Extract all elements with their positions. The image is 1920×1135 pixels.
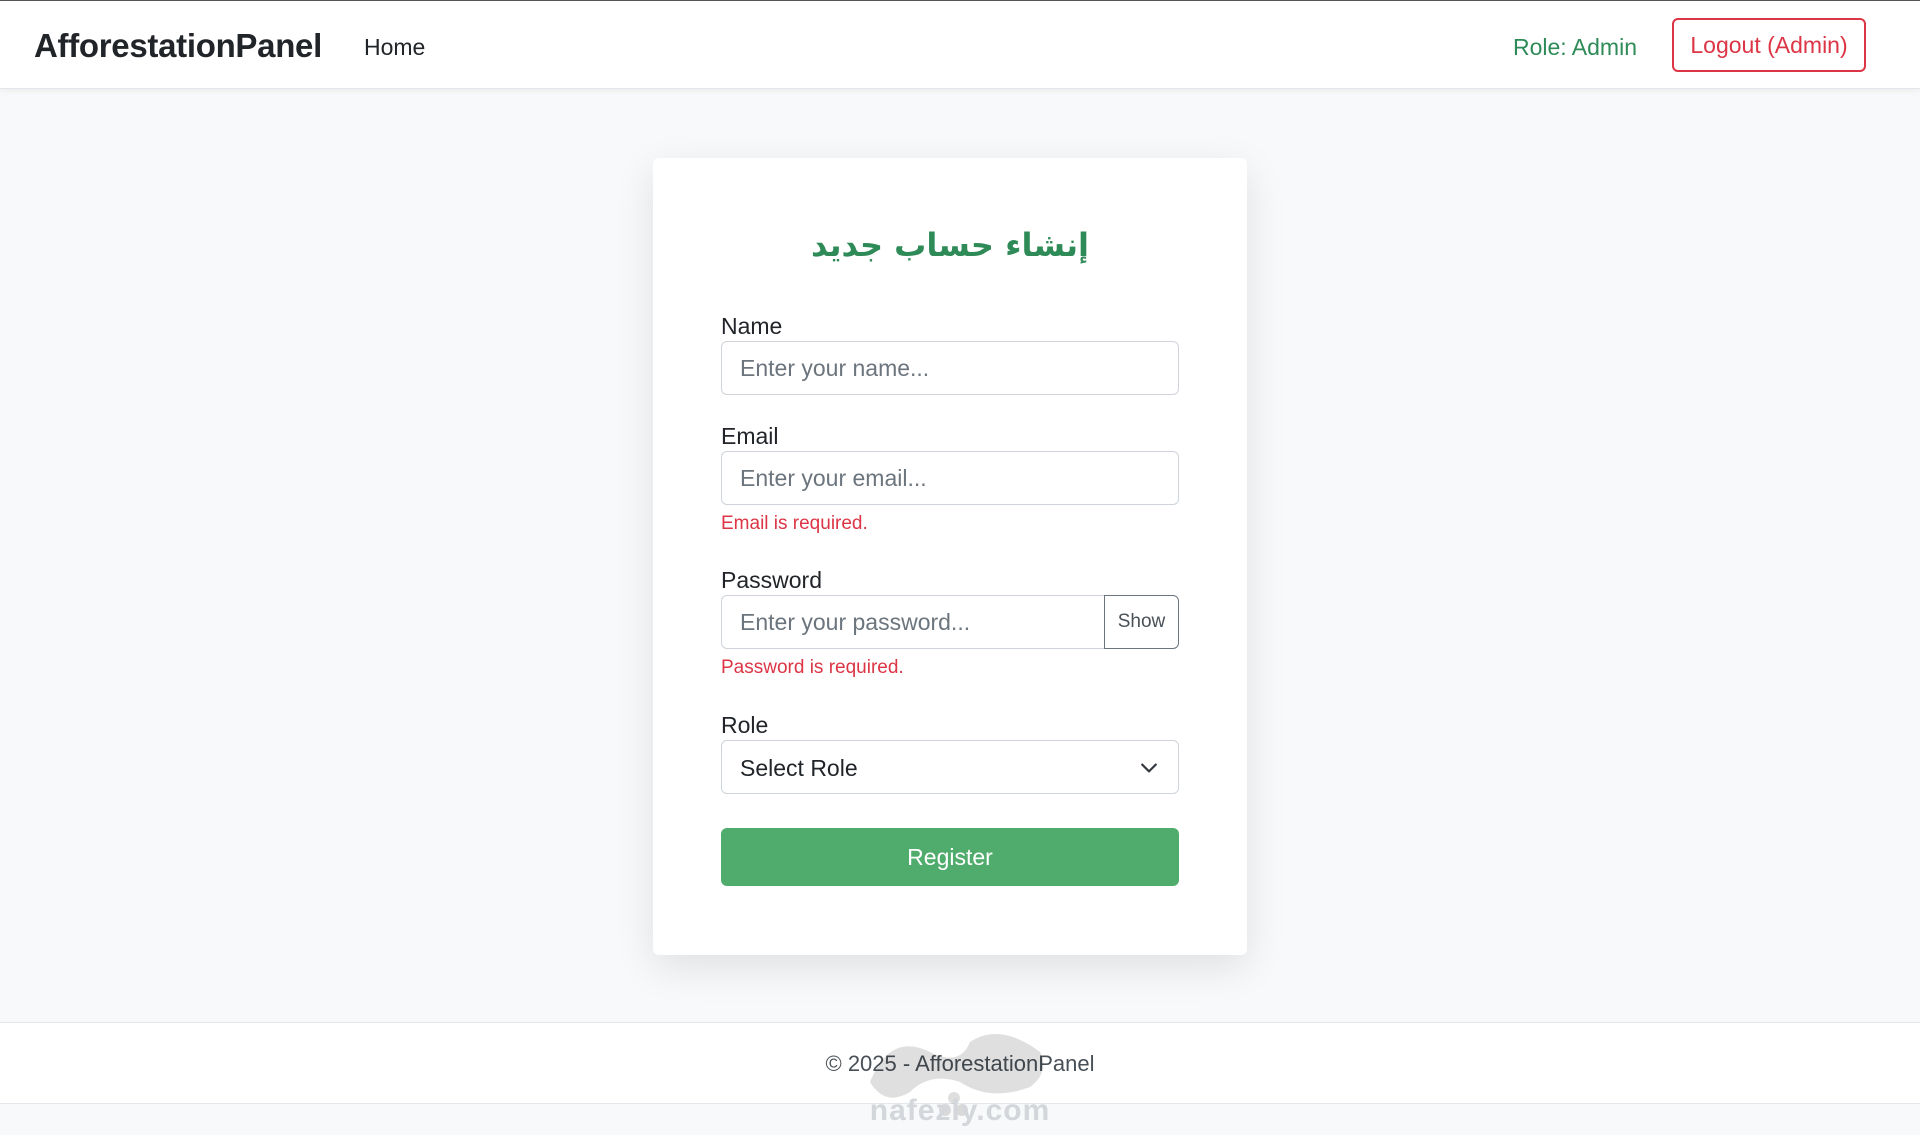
password-error-message: Password is required.: [721, 657, 904, 678]
name-input[interactable]: [721, 341, 1179, 395]
password-input-group: Show: [721, 595, 1179, 649]
password-label: Password: [721, 567, 822, 593]
current-role-label: Role: Admin: [1512, 34, 1637, 60]
role-select[interactable]: Select Role: [721, 740, 1179, 794]
role-select-value: Select Role: [740, 755, 858, 781]
email-error-message: Email is required.: [721, 513, 868, 534]
logout-button[interactable]: Logout (Admin): [1672, 18, 1866, 72]
register-button[interactable]: Register: [721, 828, 1179, 886]
email-input[interactable]: [721, 451, 1179, 505]
navbar: AfforestationPanel Home Role: Admin Logo…: [0, 1, 1920, 89]
email-label: Email: [721, 423, 779, 449]
show-password-button[interactable]: Show: [1104, 595, 1179, 649]
brand-logo-text[interactable]: AfforestationPanel: [34, 27, 322, 65]
nav-link-home[interactable]: Home: [364, 34, 425, 61]
register-card: إنشاء حساب جديد Name Email Email is requ…: [653, 158, 1247, 955]
name-label: Name: [721, 313, 783, 339]
footer: © 2025 - AfforestationPanel: [0, 1022, 1920, 1104]
footer-copyright: © 2025 - AfforestationPanel: [825, 1051, 1095, 1076]
role-label: Role: [721, 712, 769, 738]
password-input[interactable]: [721, 595, 1105, 649]
form-title: إنشاء حساب جديد: [810, 226, 1090, 264]
chevron-down-icon: [1141, 763, 1157, 773]
